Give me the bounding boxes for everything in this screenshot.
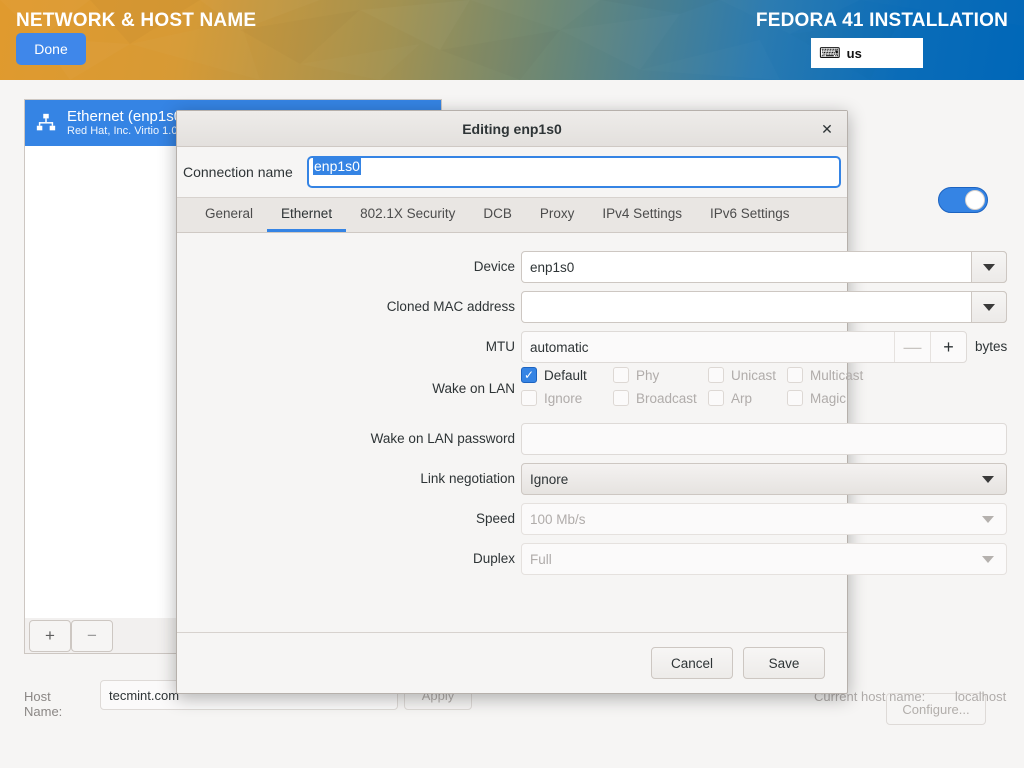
duplex-value: Full <box>530 552 552 567</box>
keyboard-icon: ⌨ <box>819 46 841 61</box>
cloned-mac-combo[interactable] <box>521 291 1007 323</box>
cancel-button[interactable]: Cancel <box>651 647 733 679</box>
wol-option-unicast[interactable]: Unicast <box>708 367 776 383</box>
device-value: enp1s0 <box>530 260 574 275</box>
wol-password-label: Wake on LAN password <box>177 423 515 455</box>
mtu-value: automatic <box>530 340 589 355</box>
device-row: Device enp1s0 <box>177 251 847 283</box>
wol-option-label: Arp <box>731 391 752 406</box>
wol-option-label: Phy <box>636 368 659 383</box>
cloned-mac-row: Cloned MAC address <box>177 291 847 323</box>
speed-label: Speed <box>177 503 515 535</box>
dialog-titlebar: Editing enp1s0 ✕ <box>177 111 847 147</box>
network-enable-toggle[interactable] <box>938 187 988 213</box>
wol-option-phy[interactable]: Phy <box>613 367 659 383</box>
close-icon[interactable]: ✕ <box>815 117 839 141</box>
connection-name-value: enp1s0 <box>313 157 361 175</box>
device-combo[interactable]: enp1s0 <box>521 251 1007 283</box>
wol-option-default[interactable]: Default <box>521 367 587 383</box>
link-negotiation-combo[interactable]: Ignore <box>521 463 1007 495</box>
chevron-down-icon[interactable] <box>971 251 1007 283</box>
speed-value: 100 Mb/s <box>530 512 586 527</box>
add-device-button[interactable]: + <box>29 620 71 652</box>
wol-option-arp[interactable]: Arp <box>708 390 752 406</box>
wol-password-input[interactable] <box>521 423 1007 455</box>
cloned-mac-label: Cloned MAC address <box>177 291 515 323</box>
link-negotiation-row: Link negotiation Ignore <box>177 463 847 495</box>
checkbox-icon[interactable] <box>787 367 803 383</box>
wol-option-magic[interactable]: Magic <box>787 390 846 406</box>
keyboard-layout-indicator[interactable]: ⌨ us <box>811 38 923 68</box>
device-label: Device <box>177 251 515 283</box>
chevron-down-icon[interactable] <box>971 291 1007 323</box>
current-hostname-value: localhost <box>955 689 1006 704</box>
wol-option-ignore[interactable]: Ignore <box>521 390 582 406</box>
wol-option-label: Unicast <box>731 368 776 383</box>
wired-network-icon <box>35 112 57 134</box>
keyboard-layout-label: us <box>847 46 862 61</box>
tab-ipv4-settings[interactable]: IPv4 Settings <box>588 198 696 232</box>
mtu-decrement-button[interactable]: — <box>894 332 930 362</box>
checkbox-icon[interactable] <box>521 367 537 383</box>
toggle-knob <box>965 190 985 210</box>
wake-on-lan-label: Wake on LAN <box>177 363 515 415</box>
page-title: NETWORK & HOST NAME <box>16 10 256 32</box>
checkbox-icon[interactable] <box>613 367 629 383</box>
checkbox-icon[interactable] <box>521 390 537 406</box>
dialog-tabbar: General Ethernet 802.1X Security DCB Pro… <box>177 197 847 233</box>
tab-proxy[interactable]: Proxy <box>526 198 589 232</box>
save-button[interactable]: Save <box>743 647 825 679</box>
duplex-label: Duplex <box>177 543 515 575</box>
edit-connection-dialog: Editing enp1s0 ✕ Connection name enp1s0 … <box>176 110 848 694</box>
mtu-label: MTU <box>177 331 515 363</box>
installer-header: NETWORK & HOST NAME FEDORA 41 INSTALLATI… <box>0 0 1024 80</box>
checkbox-icon[interactable] <box>787 390 803 406</box>
tab-ipv6-settings[interactable]: IPv6 Settings <box>696 198 804 232</box>
done-button[interactable]: Done <box>16 33 86 65</box>
wol-option-label: Broadcast <box>636 391 697 406</box>
connection-name-label: Connection name <box>183 164 299 180</box>
wol-password-row: Wake on LAN password <box>177 423 847 455</box>
dialog-title: Editing enp1s0 <box>462 121 562 137</box>
wol-password-field-wrap <box>521 423 1007 455</box>
wol-option-broadcast[interactable]: Broadcast <box>613 390 697 406</box>
chevron-down-icon <box>982 556 994 563</box>
mtu-units-label: bytes <box>975 331 1007 363</box>
wol-option-label: Default <box>544 368 587 383</box>
mtu-increment-button[interactable]: + <box>930 332 966 362</box>
speed-row: Speed 100 Mb/s <box>177 503 847 535</box>
speed-combo[interactable]: 100 Mb/s <box>521 503 1007 535</box>
connection-name-input[interactable]: enp1s0 <box>307 156 841 188</box>
mtu-stepper[interactable]: automatic — + <box>521 331 967 363</box>
duplex-combo[interactable]: Full <box>521 543 1007 575</box>
wake-on-lan-row: Wake on LAN Default Phy Unicast Multicas… <box>177 363 847 415</box>
ethernet-tab-panel: Device enp1s0 Cloned MAC address MTU <box>177 233 847 633</box>
tab-general[interactable]: General <box>191 198 267 232</box>
mtu-row: MTU automatic — + bytes <box>177 331 847 363</box>
wol-option-label: Multicast <box>810 368 863 383</box>
dialog-action-bar: Cancel Save <box>177 633 847 693</box>
link-negotiation-value: Ignore <box>530 472 568 487</box>
wol-option-multicast[interactable]: Multicast <box>787 367 863 383</box>
hostname-label: Host Name: <box>24 689 62 719</box>
duplex-row: Duplex Full <box>177 543 847 575</box>
product-title: FEDORA 41 INSTALLATION <box>756 10 1008 32</box>
tab-8021x-security[interactable]: 802.1X Security <box>346 198 469 232</box>
tab-ethernet[interactable]: Ethernet <box>267 198 346 232</box>
chevron-down-icon <box>982 516 994 523</box>
device-subtitle: Red Hat, Inc. Virtio 1.0 ne <box>67 125 193 138</box>
connection-name-row: Connection name enp1s0 <box>177 147 847 197</box>
link-negotiation-label: Link negotiation <box>177 463 515 495</box>
device-title: Ethernet (enp1s0) <box>67 108 193 125</box>
checkbox-icon[interactable] <box>613 390 629 406</box>
wol-option-label: Ignore <box>544 391 582 406</box>
chevron-down-icon <box>982 476 994 483</box>
checkbox-icon[interactable] <box>708 367 724 383</box>
tab-dcb[interactable]: DCB <box>469 198 526 232</box>
remove-device-button[interactable]: − <box>71 620 113 652</box>
wol-option-label: Magic <box>810 391 846 406</box>
checkbox-icon[interactable] <box>708 390 724 406</box>
